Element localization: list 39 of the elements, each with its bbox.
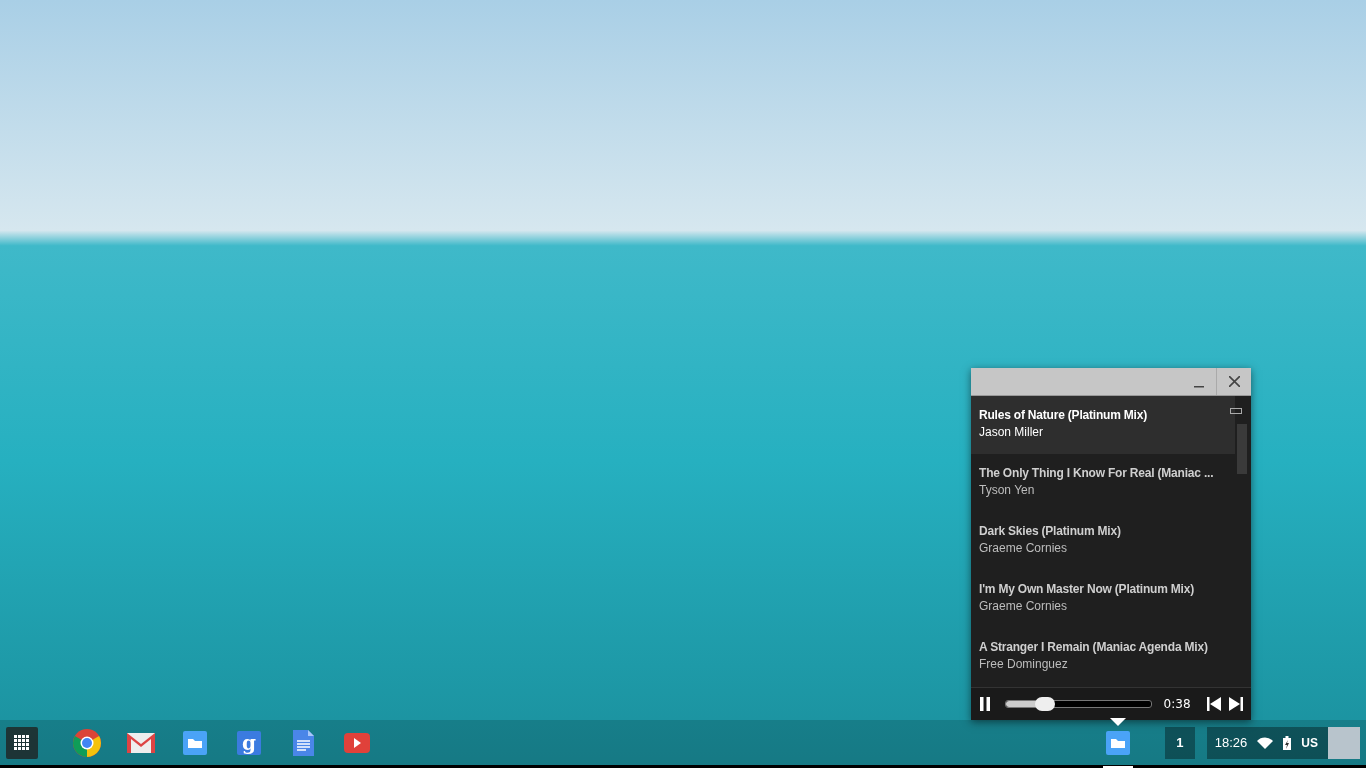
track-row[interactable]: Rules of Nature (Platinum Mix) Jason Miller xyxy=(971,396,1235,454)
previous-button[interactable] xyxy=(1207,697,1221,711)
scrollbar-thumb[interactable] xyxy=(1237,424,1247,474)
track-artist: Jason Miller xyxy=(979,424,1045,440)
elapsed-time: 0:38 xyxy=(1163,697,1192,711)
pause-icon xyxy=(979,697,991,711)
close-icon xyxy=(1228,376,1240,387)
search-logo-icon: g xyxy=(237,730,261,755)
avatar-placeholder xyxy=(1328,726,1360,759)
track-title: I'm My Own Master Now (Platinum Mix) xyxy=(979,581,1195,597)
wifi-icon xyxy=(1257,736,1274,749)
clock: 18:26 xyxy=(1214,735,1248,750)
app-launcher-button[interactable] xyxy=(6,726,38,759)
grid-icon xyxy=(14,734,30,751)
notification-count-button[interactable]: 1 xyxy=(1164,726,1195,759)
track-artist: Graeme Cornies xyxy=(979,540,1069,556)
track-artist: Free Dominguez xyxy=(979,656,1069,672)
play-pause-button[interactable] xyxy=(979,697,991,711)
skip-back-icon xyxy=(1207,697,1221,711)
next-button[interactable] xyxy=(1229,697,1243,711)
minimize-icon xyxy=(1193,385,1204,388)
track-artist: Tyson Yen xyxy=(979,482,1036,498)
track-title: The Only Thing I Know For Real (Maniac ... xyxy=(979,465,1215,481)
seek-thumb[interactable] xyxy=(1035,697,1056,711)
input-method-label: US xyxy=(1301,735,1318,750)
collapse-icon xyxy=(1230,408,1242,414)
running-indicator xyxy=(1102,766,1133,768)
track-artist: Graeme Cornies xyxy=(979,598,1069,614)
status-area-button[interactable]: 18:26 US xyxy=(1206,726,1360,759)
browser-icon xyxy=(73,728,101,757)
battery-icon xyxy=(1283,735,1292,750)
folder-icon xyxy=(183,730,207,755)
skip-forward-icon xyxy=(1229,697,1243,711)
shelf-app-button[interactable]: g xyxy=(222,720,276,765)
track-title: Dark Skies (Platinum Mix) xyxy=(979,523,1122,539)
seek-slider[interactable] xyxy=(1005,700,1152,708)
track-title: Rules of Nature (Platinum Mix) xyxy=(979,407,1149,423)
envelope-icon xyxy=(127,732,155,753)
track-title: A Stranger I Remain (Maniac Agenda Mix) xyxy=(979,639,1209,655)
